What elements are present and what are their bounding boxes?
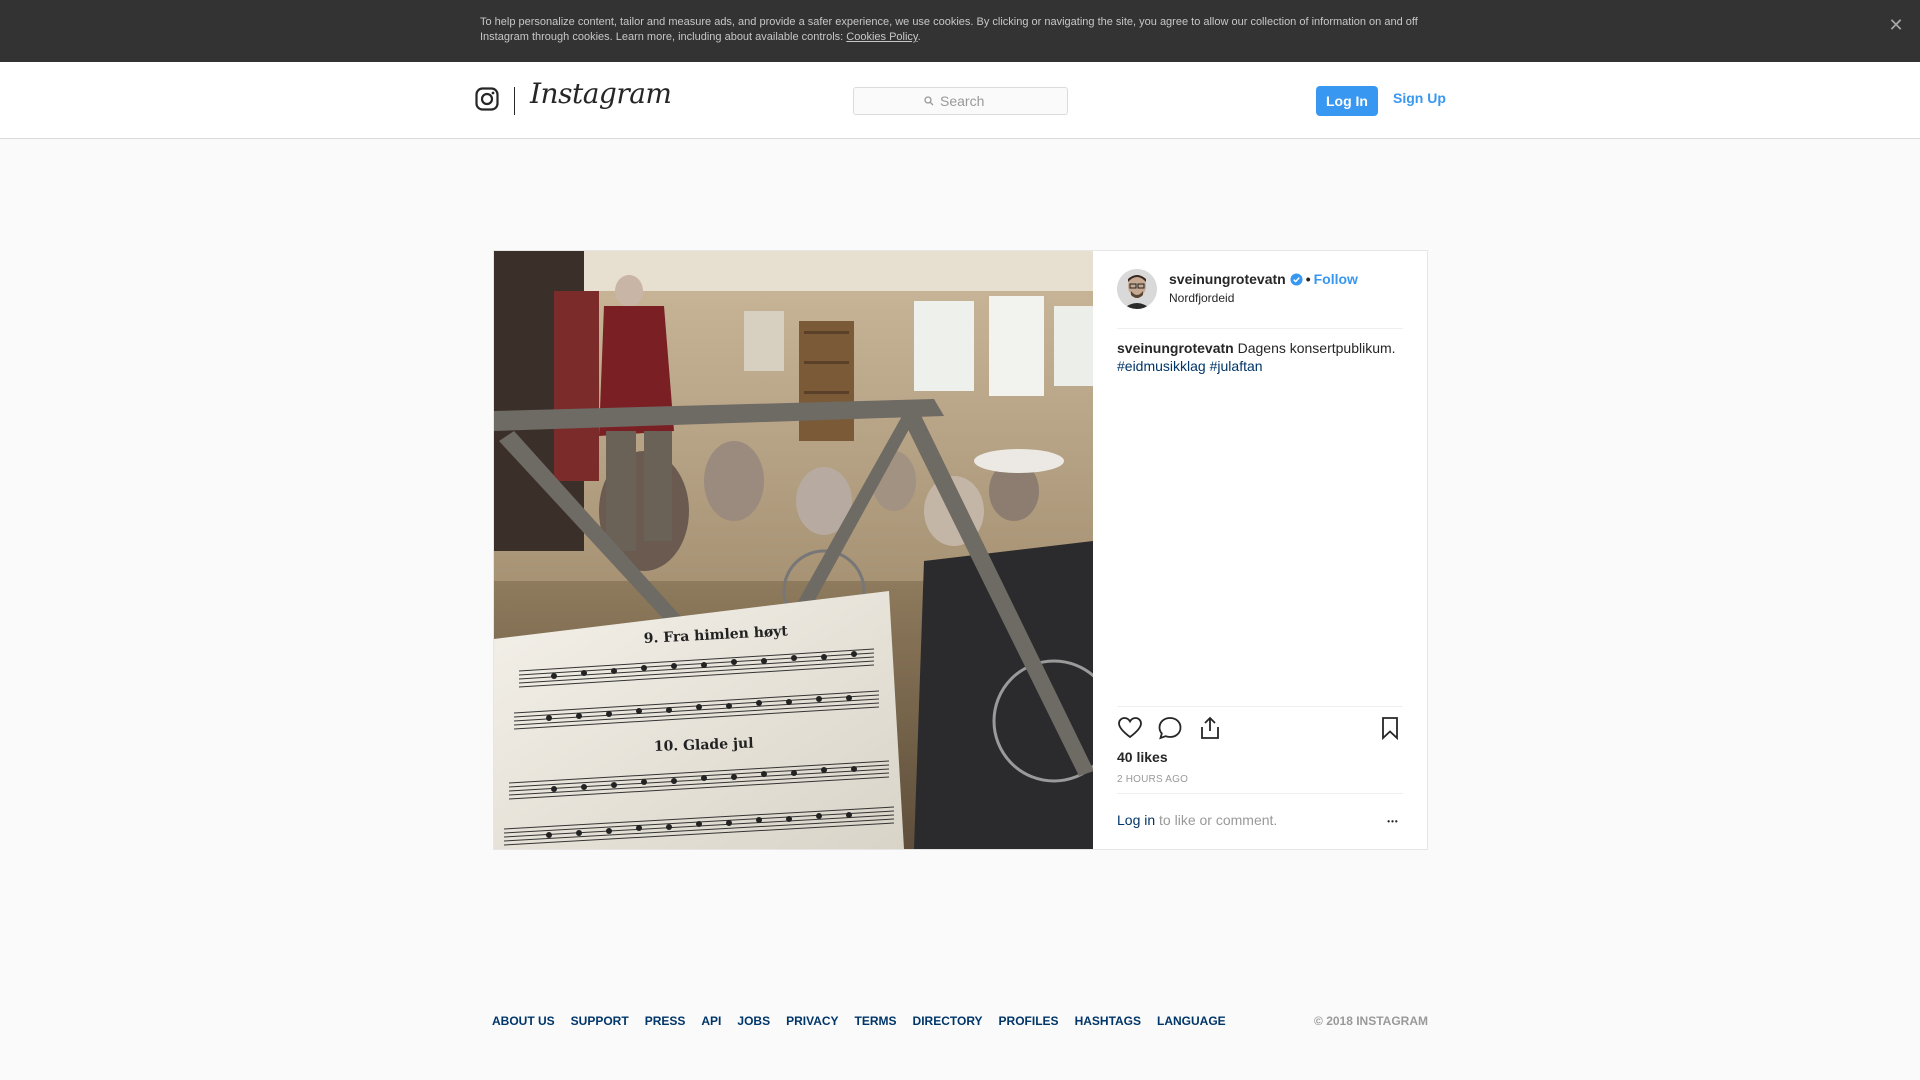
instagram-wordmark-logo[interactable]: Instagram: [530, 77, 672, 110]
login-button[interactable]: Log In: [1316, 86, 1378, 116]
footer-link-language[interactable]: LANGUAGE: [1157, 1014, 1226, 1028]
footer: ABOUT US SUPPORT PRESS API JOBS PRIVACY …: [492, 1014, 1428, 1034]
search-input[interactable]: [940, 91, 1060, 111]
cookie-trailing: .: [917, 31, 921, 43]
footer-link-profiles[interactable]: PROFILES: [999, 1014, 1059, 1028]
footer-link-privacy[interactable]: PRIVACY: [786, 1014, 838, 1028]
login-to-comment: Log in to like or comment.: [1117, 812, 1277, 828]
search-icon: [924, 96, 934, 106]
verified-badge-icon: [1290, 273, 1303, 286]
hashtag-link[interactable]: #eidmusikklag: [1117, 358, 1206, 374]
footer-links: ABOUT US SUPPORT PRESS API JOBS PRIVACY …: [492, 1014, 1226, 1028]
author-username[interactable]: sveinungrotevatn: [1169, 271, 1286, 287]
login-suffix: to like or comment.: [1159, 812, 1278, 828]
cookies-policy-link[interactable]: Cookies Policy: [846, 31, 917, 43]
follow-button[interactable]: Follow: [1314, 271, 1358, 287]
signup-link[interactable]: Sign Up: [1393, 90, 1446, 106]
post-card: 9. Fra himlen høyt 10. Glade jul sveinun…: [493, 250, 1428, 850]
likes-count[interactable]: 40 likes: [1117, 749, 1168, 765]
more-options-icon[interactable]: •••: [1383, 812, 1403, 832]
post-caption: sveinungrotevatn Dagens konsertpublikum.…: [1117, 339, 1407, 375]
footer-link-press[interactable]: PRESS: [645, 1014, 686, 1028]
post-sidebar: sveinungrotevatn • Follow Nordfjordeid sve…: [1093, 251, 1427, 849]
post-author-header: sveinungrotevatn • Follow Nordfjordeid: [1117, 269, 1403, 329]
comment-row: Log in to like or comment. •••: [1117, 793, 1403, 845]
copyright: © 2018 INSTAGRAM: [1314, 1014, 1428, 1028]
top-nav: Instagram Log In Sign Up: [0, 62, 1920, 139]
comment-icon[interactable]: [1157, 715, 1183, 741]
heart-icon[interactable]: [1117, 715, 1143, 741]
footer-link-terms[interactable]: TERMS: [855, 1014, 897, 1028]
search-box[interactable]: [853, 87, 1068, 115]
caption-username[interactable]: sveinungrotevatn: [1117, 340, 1234, 356]
footer-link-about-us[interactable]: ABOUT US: [492, 1014, 555, 1028]
post-location[interactable]: Nordfjordeid: [1169, 291, 1234, 305]
footer-link-jobs[interactable]: JOBS: [737, 1014, 770, 1028]
footer-link-directory[interactable]: DIRECTORY: [913, 1014, 983, 1028]
footer-link-hashtags[interactable]: HASHTAGS: [1075, 1014, 1141, 1028]
author-username-row: sveinungrotevatn • Follow: [1169, 271, 1358, 287]
cookie-text: To help personalize content, tailor and …: [480, 15, 1420, 45]
instagram-glyph-icon[interactable]: [475, 87, 499, 111]
post-timestamp[interactable]: 2 HOURS AGO: [1117, 774, 1188, 785]
header-divider: [514, 87, 515, 115]
post-photo[interactable]: 9. Fra himlen høyt 10. Glade jul: [494, 251, 1093, 849]
close-icon[interactable]: ✕: [1886, 15, 1906, 35]
post-photo-illustration: 9. Fra himlen høyt 10. Glade jul: [494, 251, 1093, 849]
caption-text: Dagens konsertpublikum.: [1237, 340, 1396, 356]
share-icon[interactable]: [1197, 715, 1223, 741]
login-link[interactable]: Log in: [1117, 812, 1155, 828]
separator-dot: •: [1305, 271, 1311, 287]
hashtag-link[interactable]: #julaftan: [1210, 358, 1263, 374]
post-actions: [1117, 706, 1403, 746]
avatar[interactable]: [1117, 269, 1157, 309]
cookie-banner: To help personalize content, tailor and …: [0, 0, 1920, 62]
cookie-message: To help personalize content, tailor and …: [480, 16, 1418, 43]
footer-link-support[interactable]: SUPPORT: [571, 1014, 629, 1028]
bookmark-icon[interactable]: [1377, 715, 1403, 741]
footer-link-api[interactable]: API: [701, 1014, 721, 1028]
